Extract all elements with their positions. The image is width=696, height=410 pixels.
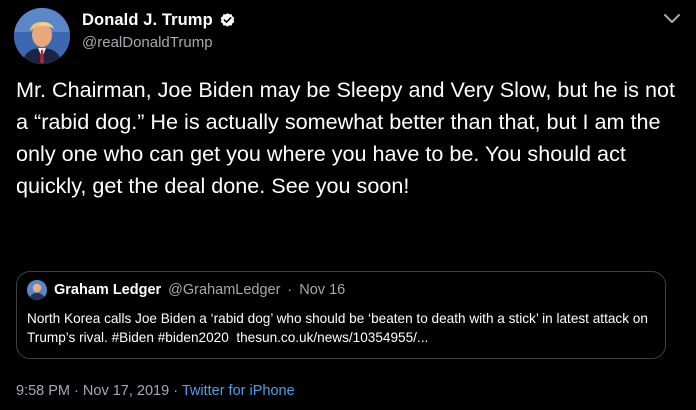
author-display-name[interactable]: Donald J. Trump [82,11,213,30]
verified-badge-icon [219,12,236,29]
quoted-author-avatar[interactable] [27,280,47,300]
author-name-row: Donald J. Trump [82,9,236,31]
quoted-separator: · [287,282,293,298]
quoted-tweet[interactable]: Graham Ledger @GrahamLedger · Nov 16 Nor… [16,271,666,359]
quoted-tweet-text: North Korea calls Joe Biden a ‘rabid dog… [27,311,652,345]
author-handle[interactable]: @realDonaldTrump [82,34,236,51]
meta-separator-2: · [173,383,179,399]
quoted-author-handle[interactable]: @GrahamLedger [168,282,280,298]
tweet-date[interactable]: Nov 17, 2019 [83,383,169,399]
tweet-card: Donald J. Trump @realDonaldTrump Mr. Cha… [0,0,696,410]
chevron-down-icon[interactable] [662,12,682,26]
quoted-date[interactable]: Nov 16 [299,282,345,298]
quoted-tweet-header: Graham Ledger @GrahamLedger · Nov 16 [27,280,345,300]
tweet-meta: 9:58 PM · Nov 17, 2019 · Twitter for iPh… [16,383,295,399]
tweet-time[interactable]: 9:58 PM [16,383,70,399]
profile-photo-icon [14,8,70,64]
tweet-text: Mr. Chairman, Joe Biden may be Sleepy an… [16,77,681,198]
author-avatar[interactable] [14,8,70,64]
quoted-author-name[interactable]: Graham Ledger [54,282,161,298]
tweet-source-link[interactable]: Twitter for iPhone [182,383,295,399]
quoted-profile-photo-icon [27,280,47,300]
meta-separator: · [74,383,79,399]
author-block: Donald J. Trump @realDonaldTrump [82,9,236,51]
